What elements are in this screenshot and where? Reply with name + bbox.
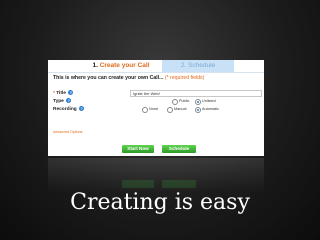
- screenshot-reflection: [48, 158, 264, 192]
- recording-label: Recording ?: [53, 106, 85, 112]
- type-unlisted-radio[interactable]: [195, 99, 201, 105]
- type-public-label: Public: [179, 99, 190, 103]
- form-intro: This is where you can create your own Ca…: [53, 75, 204, 81]
- tab-step-number: 1.: [92, 62, 98, 69]
- type-public-radio[interactable]: [172, 99, 178, 105]
- required-note: (* required fields): [164, 75, 205, 81]
- title-input[interactable]: Ignite the Web!: [130, 90, 262, 97]
- start-now-button[interactable]: Start Now: [122, 145, 154, 153]
- recording-automatic-radio[interactable]: [195, 107, 201, 113]
- recording-manual-label: Manual: [174, 107, 187, 111]
- help-icon[interactable]: ?: [68, 90, 74, 95]
- recording-none-radio[interactable]: [142, 107, 148, 113]
- step-tabs: 1. Create your Call 2. Schedule: [48, 60, 264, 74]
- help-icon[interactable]: ?: [66, 98, 72, 103]
- reflected-schedule: [162, 180, 196, 188]
- reflected-start-now: [122, 180, 154, 188]
- recording-none-label: None: [149, 107, 159, 111]
- intro-text: This is where you can create your own Ca…: [53, 75, 164, 81]
- advanced-options-link[interactable]: Advanced Options: [53, 130, 82, 134]
- recording-manual-radio[interactable]: [167, 107, 173, 113]
- title-label: * Title ?: [53, 90, 74, 96]
- create-call-form: This is where you can create your own Ca…: [48, 72, 264, 156]
- screenshot-panel: 1. Create your Call 2. Schedule This is …: [48, 60, 264, 156]
- help-icon[interactable]: ?: [79, 106, 85, 111]
- recording-automatic-label: Automatic: [202, 107, 219, 111]
- type-unlisted-label: Unlisted: [202, 99, 216, 103]
- type-label: Type ?: [53, 98, 72, 104]
- tab-step-label: Create your Call: [99, 62, 150, 69]
- slide-caption: Creating is easy: [70, 190, 250, 215]
- tab-schedule[interactable]: 2. Schedule: [162, 60, 234, 72]
- schedule-button[interactable]: Schedule: [162, 145, 196, 153]
